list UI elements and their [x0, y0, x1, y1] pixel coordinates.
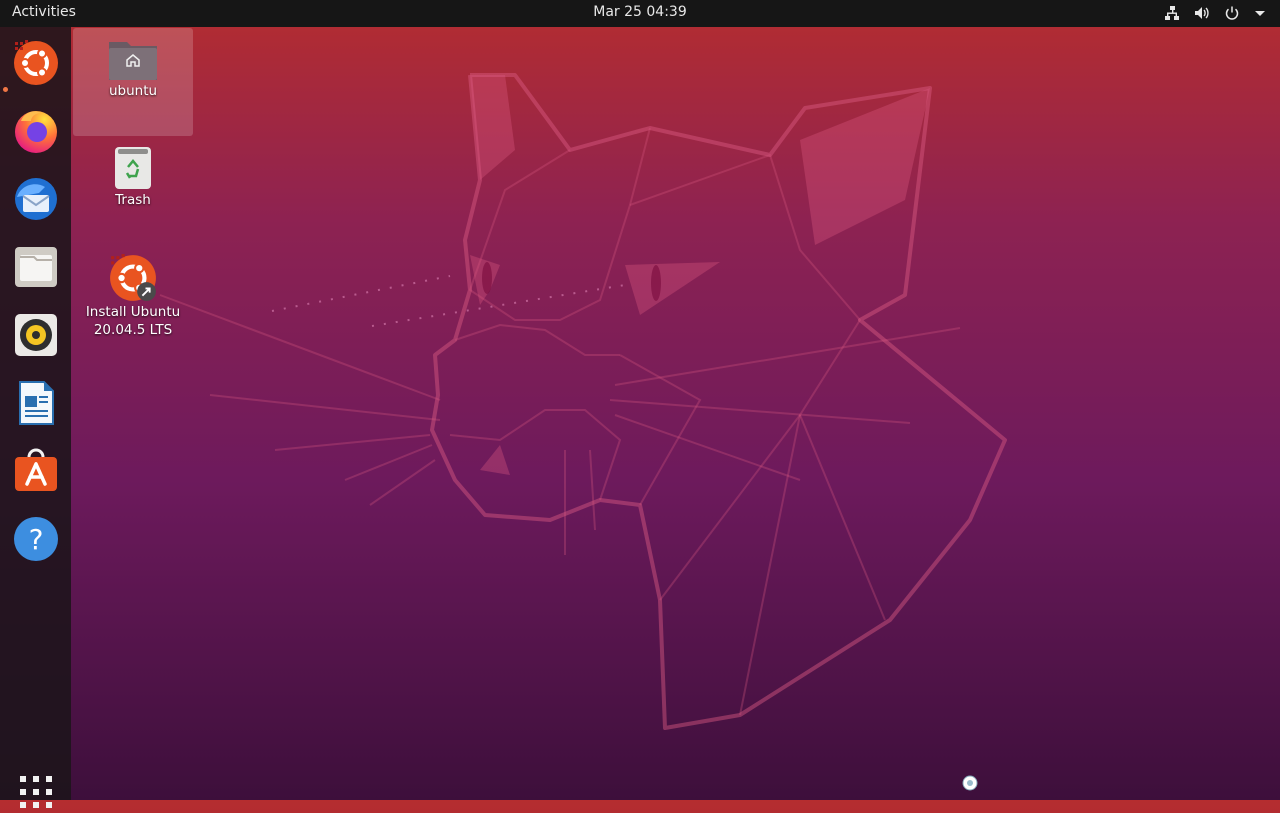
desktop-icon-label: Trash	[115, 192, 151, 208]
ubuntu-installer-icon	[14, 40, 58, 85]
system-tray[interactable]	[1164, 5, 1266, 21]
desktop-icon-trash[interactable]: Trash	[73, 145, 193, 209]
menu-chevron-icon[interactable]	[1254, 5, 1266, 21]
dock-item-thunderbird[interactable]	[12, 175, 60, 223]
dock-item-files[interactable]	[12, 243, 60, 291]
thunderbird-icon	[15, 178, 57, 220]
firefox-icon	[15, 111, 57, 153]
apps-grid-icon	[20, 776, 52, 808]
top-bar: Activities Mar 25 04:39	[0, 0, 1280, 27]
dock-item-firefox[interactable]	[12, 107, 60, 155]
activities-button[interactable]: Activities	[12, 4, 76, 20]
cursor-icon	[962, 775, 978, 791]
dock-item-help[interactable]: ?	[12, 515, 60, 563]
dock-item-ubuntu-software[interactable]	[12, 447, 60, 495]
install-ubuntu-icon	[110, 254, 156, 301]
clock[interactable]: Mar 25 04:39	[593, 4, 686, 20]
rhythmbox-icon	[15, 314, 57, 356]
dock: ?	[0, 27, 71, 808]
desktop-icon-label: ubuntu	[108, 83, 158, 99]
running-indicator	[3, 87, 8, 92]
dock-item-ubuntu-installer[interactable]	[12, 39, 60, 87]
home-folder-icon	[109, 42, 157, 80]
files-icon	[15, 247, 57, 287]
power-icon[interactable]	[1224, 5, 1240, 21]
software-icon	[15, 448, 57, 491]
network-icon[interactable]	[1164, 5, 1180, 21]
svg-text:?: ?	[29, 523, 44, 556]
volume-icon[interactable]	[1194, 5, 1210, 21]
show-applications-button[interactable]	[19, 775, 53, 809]
trash-icon	[115, 147, 151, 189]
help-icon: ?	[14, 517, 58, 561]
desktop-icon-install-ubuntu[interactable]: Install Ubuntu 20.04.5 LTS	[73, 253, 193, 339]
desktop-icon-label: Install Ubuntu 20.04.5 LTS	[85, 304, 181, 338]
dock-item-libreoffice-writer[interactable]	[12, 379, 60, 427]
writer-icon	[19, 381, 54, 425]
desktop-icon-home[interactable]: ubuntu	[73, 28, 193, 136]
dock-item-rhythmbox[interactable]	[12, 311, 60, 359]
